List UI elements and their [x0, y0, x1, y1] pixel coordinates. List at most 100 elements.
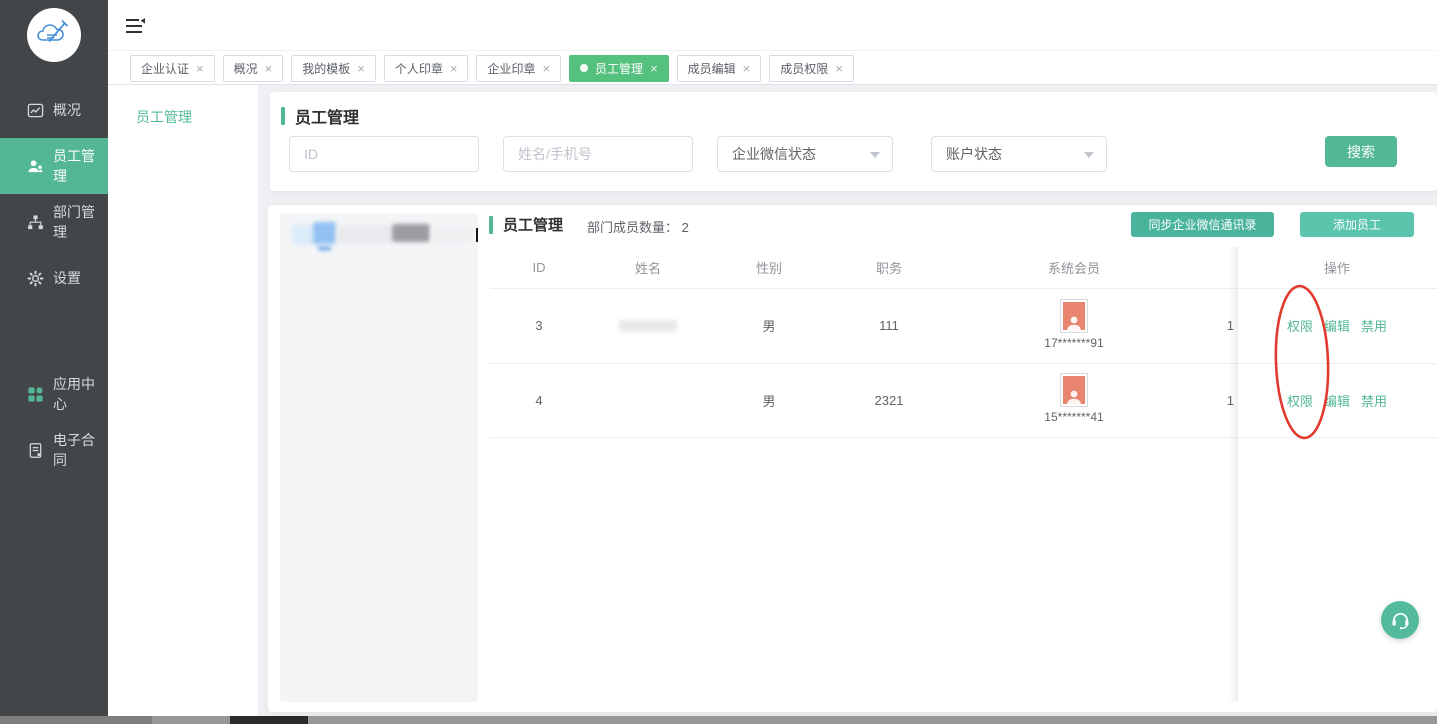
subsidebar-item-employee-management[interactable]: 员工管理: [108, 97, 258, 137]
tab-member-edit[interactable]: 成员编辑 ×: [677, 55, 762, 82]
sidebar-item-settings[interactable]: 设置: [0, 250, 108, 306]
person-icon: [1066, 389, 1082, 404]
fixed-column-divider: [1237, 247, 1238, 702]
wechat-status-select[interactable]: 企业微信状态: [717, 136, 893, 172]
sidebar-item-e-contract[interactable]: 电子合同: [0, 422, 108, 478]
chevron-down-icon: [870, 152, 880, 158]
menu-fold-icon[interactable]: [126, 18, 146, 34]
tab-personal-seal[interactable]: 个人印章 ×: [384, 55, 469, 82]
filter-panel-title: 员工管理: [281, 104, 359, 128]
column-header-member: 系统会员: [948, 247, 1200, 288]
customer-service-button[interactable]: [1381, 601, 1419, 639]
disable-link[interactable]: 禁用: [1361, 391, 1387, 410]
id-input[interactable]: [289, 136, 479, 172]
tab-enterprise-seal[interactable]: 企业印章 ×: [476, 55, 561, 82]
cell-gender: 男: [708, 288, 830, 363]
sitemap-icon: [26, 213, 44, 231]
title-accent-bar: [281, 107, 285, 125]
people-icon: [26, 157, 44, 175]
chart-icon: [26, 101, 44, 119]
close-icon[interactable]: ×: [357, 62, 365, 75]
cell-job: 111: [830, 288, 948, 363]
grid-icon: [26, 385, 44, 403]
cell-name: [588, 288, 708, 363]
redacted-region: [313, 222, 336, 244]
sidebar-item-label: 概况: [53, 100, 81, 120]
edit-link[interactable]: 编辑: [1324, 316, 1350, 335]
close-icon[interactable]: ×: [196, 62, 204, 75]
member-count: 部门成员数量： 2: [587, 217, 689, 236]
cell-gender: 男: [708, 363, 830, 437]
cloud-signature-logo-icon: [27, 8, 81, 62]
gear-icon: [26, 269, 44, 287]
column-header-id: ID: [490, 247, 588, 288]
column-header-actions: 操作: [1237, 247, 1437, 288]
chevron-down-icon: [1084, 152, 1094, 158]
tab-label: 我的模板: [302, 60, 350, 77]
sidebar-item-employee-management[interactable]: 员工管理: [0, 138, 108, 194]
account-status-select[interactable]: 账户状态: [931, 136, 1107, 172]
sidebar-item-label: 应用中心: [53, 374, 108, 414]
tab-label: 个人印章: [395, 60, 443, 77]
redacted-region: [392, 224, 430, 242]
close-icon[interactable]: ×: [835, 62, 843, 75]
sidebar-item-label: 电子合同: [53, 430, 108, 470]
contract-icon: [26, 441, 44, 459]
member-avatar: [1060, 299, 1088, 333]
tab-overview[interactable]: 概况 ×: [223, 55, 284, 82]
department-tree-panel: [280, 213, 478, 702]
sidebar-item-department-management[interactable]: 部门管理: [0, 194, 108, 250]
cell-id: 4: [490, 363, 588, 437]
active-dot-icon: [580, 64, 588, 72]
name-phone-input[interactable]: [503, 136, 693, 172]
tab-label: 概况: [234, 60, 258, 77]
sidebar-item-app-center[interactable]: 应用中心: [0, 366, 108, 422]
close-icon[interactable]: ×: [743, 62, 751, 75]
account-status-value: 账户状态: [946, 144, 1002, 164]
table-divider: [490, 437, 1437, 438]
person-icon: [1066, 315, 1082, 330]
sync-wechat-contacts-button[interactable]: 同步企业微信通讯录: [1131, 212, 1274, 237]
subsidebar-item-label: 员工管理: [136, 107, 192, 127]
edit-link[interactable]: 编辑: [1324, 391, 1350, 410]
tab-label: 员工管理: [595, 60, 643, 77]
scrollbar-thumb[interactable]: [230, 716, 308, 724]
filter-panel-title-text: 员工管理: [295, 104, 359, 128]
app-window: 概况 员工管理 部门管理: [0, 0, 1437, 724]
table-panel-title: 员工管理: [489, 214, 563, 235]
tab-my-templates[interactable]: 我的模板 ×: [291, 55, 376, 82]
permission-link[interactable]: 权限: [1287, 391, 1313, 410]
close-icon[interactable]: ×: [542, 62, 550, 75]
table-panel-title-text: 员工管理: [503, 214, 563, 235]
redacted-name: [619, 320, 677, 332]
headset-icon: [1390, 610, 1411, 630]
column-header-job: 职务: [830, 247, 948, 288]
fixed-column-shadow: [1229, 247, 1237, 702]
secondary-sidebar: 员工管理: [108, 85, 258, 716]
search-button[interactable]: 搜索: [1325, 136, 1397, 167]
cell-job: 2321: [830, 363, 948, 437]
close-icon[interactable]: ×: [450, 62, 458, 75]
cell-member: 15*******41: [948, 370, 1200, 426]
disable-link[interactable]: 禁用: [1361, 316, 1387, 335]
tab-member-permission[interactable]: 成员权限 ×: [769, 55, 854, 82]
open-tabs-bar: 企业认证 × 概况 × 我的模板 × 个人印章 × 企业印章 × 员工管理 × …: [108, 52, 1437, 85]
member-avatar: [1060, 373, 1088, 407]
sidebar-item-overview[interactable]: 概况: [0, 82, 108, 138]
wechat-status-value: 企业微信状态: [732, 144, 816, 164]
tab-label: 成员编辑: [688, 60, 736, 77]
tab-enterprise-auth[interactable]: 企业认证 ×: [130, 55, 215, 82]
close-icon[interactable]: ×: [650, 62, 658, 75]
permission-link[interactable]: 权限: [1287, 316, 1313, 335]
title-accent-bar: [489, 216, 493, 234]
redacted-region: [318, 247, 331, 250]
member-phone: 17*******91: [1044, 336, 1103, 350]
add-employee-button[interactable]: 添加员工: [1300, 212, 1414, 237]
column-header-gender: 性别: [708, 247, 830, 288]
sidebar-item-label: 员工管理: [53, 146, 108, 186]
tab-label: 企业认证: [141, 60, 189, 77]
tab-employee-management-active[interactable]: 员工管理 ×: [569, 55, 669, 82]
close-icon[interactable]: ×: [265, 62, 273, 75]
horizontal-scrollbar[interactable]: [0, 716, 1437, 724]
cell-id: 3: [490, 288, 588, 363]
